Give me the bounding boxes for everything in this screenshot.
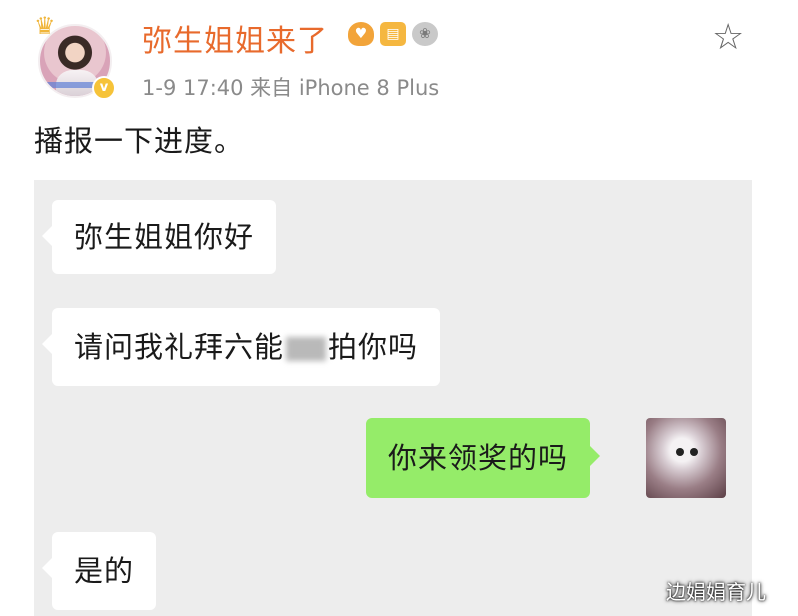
- chat-bubble-received: 弥生姐姐你好: [41, 200, 277, 274]
- crown-icon: ♛: [34, 12, 56, 40]
- watermark: 边娟娟育儿: [666, 580, 766, 604]
- verified-badge-icon: v: [92, 76, 116, 100]
- post-text: 播报一下进度。: [34, 124, 245, 158]
- chat-bubble-received: 请问我礼拜六能 拍你吗: [41, 308, 441, 386]
- username[interactable]: 弥生姐姐来了: [142, 16, 328, 60]
- level-badge-icon[interactable]: ▤: [380, 22, 406, 46]
- avatar-wrapper[interactable]: ♛ v: [34, 14, 120, 100]
- favorite-star-icon[interactable]: ☆: [712, 20, 744, 56]
- chat-bubble-sent: 你来领奖的吗: [366, 418, 601, 498]
- avatar-eye: [676, 448, 684, 456]
- medal-badge-icon[interactable]: ❀: [412, 22, 438, 46]
- chat-bubble-received: 是的: [41, 532, 157, 610]
- vip-badge-icon[interactable]: ♥: [348, 22, 374, 46]
- avatar-eye: [690, 448, 698, 456]
- badges: ♥ ▤ ❀: [348, 22, 438, 46]
- post-meta: 1-9 17:40 来自 iPhone 8 Plus: [142, 76, 440, 100]
- chat-text: 请问我礼拜六能: [74, 330, 285, 364]
- blurred-text: [286, 337, 327, 361]
- chat-screenshot: 弥生姐姐你好 请问我礼拜六能 拍你吗 你来领奖的吗 是的: [34, 180, 752, 616]
- chat-text: 拍你吗: [328, 330, 419, 364]
- sender-avatar: [646, 418, 726, 498]
